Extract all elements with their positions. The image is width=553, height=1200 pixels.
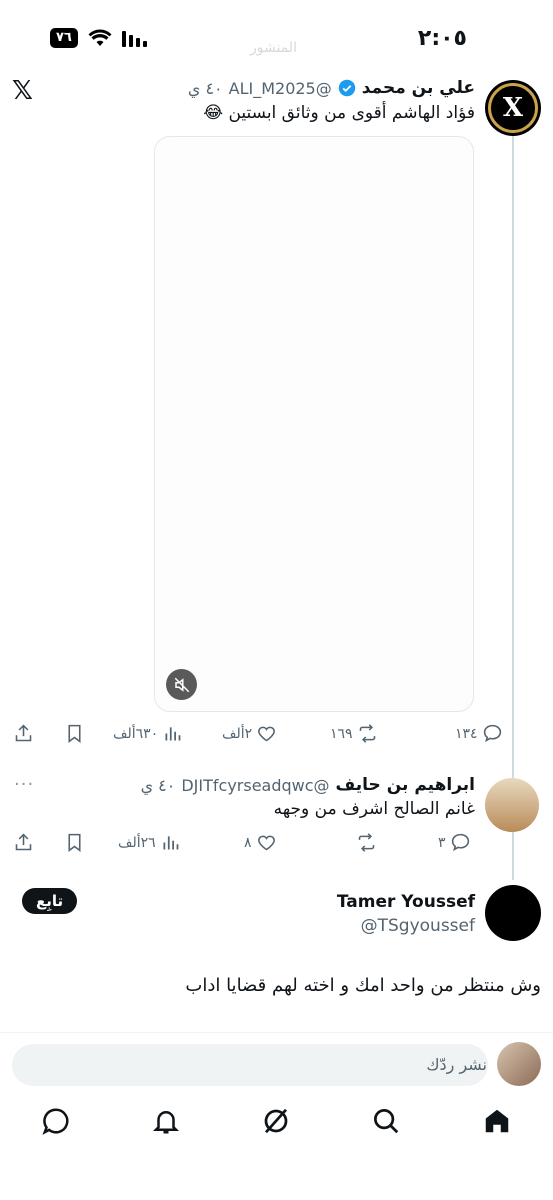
tweet-time: ٤٠ ي (187, 78, 223, 98)
status-icons: ٧٦ (50, 28, 148, 48)
x-badge-icon: X (488, 83, 538, 133)
wifi-icon (88, 29, 112, 46)
share-icon (15, 833, 32, 851)
avatar[interactable] (485, 778, 539, 832)
signal-icon (121, 31, 147, 47)
thread-line (512, 135, 514, 880)
page-title-faint: المنشور (250, 40, 297, 56)
views-button[interactable]: ٢٦ألف (118, 832, 181, 853)
views-button[interactable]: ٦٣٠ألف (113, 723, 183, 744)
like-button[interactable]: ٢ألف (222, 723, 277, 744)
more-options-icon[interactable]: ··· (14, 774, 34, 795)
repost-icon (358, 833, 375, 852)
search-icon[interactable] (371, 1106, 401, 1136)
status-time: ٢:٠٥ (417, 26, 467, 51)
views-icon (165, 727, 181, 741)
like-button[interactable]: ٨ (244, 832, 277, 853)
messages-icon[interactable] (41, 1106, 71, 1136)
repost-button[interactable] (356, 832, 377, 853)
author-handle[interactable]: @TSgyoussef (361, 916, 475, 936)
author-handle[interactable]: @ALI_M2025 (229, 79, 332, 98)
tweet-text: فؤاد الهاشم أقوى من وثائق ابستين 😂 (203, 103, 475, 123)
tweet-text: وش منتظر من واحد امك و اخته لهم قضايا اد… (185, 975, 541, 996)
follow-button[interactable]: تابِع (22, 888, 78, 914)
share-button[interactable] (13, 723, 34, 744)
author-name[interactable]: ابراهيم بن حايف (336, 775, 475, 795)
author-name[interactable]: Tamer Youssef (337, 892, 475, 912)
avatar[interactable] (485, 885, 541, 941)
heart-icon (258, 726, 276, 742)
bottom-nav (0, 1106, 553, 1148)
comment-icon (451, 833, 469, 852)
views-count: ٦٣٠ألف (113, 725, 159, 742)
repost-button[interactable]: ١٦٩ (330, 723, 378, 744)
views-count: ٢٦ألف (118, 834, 156, 851)
mute-icon (174, 677, 189, 692)
repost-count: ١٦٩ (330, 725, 353, 742)
grok-icon[interactable] (261, 1106, 291, 1136)
bookmark-button[interactable] (64, 723, 85, 744)
author-handle[interactable]: @DJITfcyrseadqwc (181, 776, 329, 795)
bookmark-button[interactable] (64, 832, 85, 853)
tweet-time: ٤٠ ي (140, 775, 176, 795)
reply-placeholder: نشر ردّك (426, 1055, 487, 1074)
mute-button[interactable] (166, 669, 197, 700)
repost-icon (359, 724, 375, 743)
heart-icon (257, 835, 275, 851)
comment-icon (483, 724, 501, 743)
reply-button[interactable]: ٣ (438, 832, 471, 853)
avatar[interactable] (497, 1042, 541, 1086)
like-count: ٢ألف (222, 725, 253, 742)
reply-button[interactable]: ١٣٤ (455, 723, 503, 744)
bookmark-icon (68, 724, 81, 743)
x-logo-icon[interactable]: 𝕏 (12, 76, 33, 106)
tweet2-header: ابراهيم بن حايف @DJITfcyrseadqwc ٤٠ ي (141, 775, 475, 795)
share-button[interactable] (13, 832, 34, 853)
tweet-text: غانم الصالح اشرف من وجهه (273, 799, 475, 819)
views-icon (163, 836, 179, 850)
notifications-icon[interactable] (151, 1106, 181, 1136)
video-media[interactable] (154, 136, 474, 712)
bookmark-icon (68, 833, 81, 852)
verified-badge-icon (338, 79, 355, 97)
author-name[interactable]: علي بن محمد (362, 78, 475, 98)
reply-input[interactable] (12, 1044, 488, 1086)
home-icon[interactable] (482, 1106, 512, 1136)
divider (0, 1032, 553, 1033)
battery-indicator: ٧٦ (50, 28, 78, 48)
reply-count: ٣ (438, 834, 446, 851)
reply-count: ١٣٤ (455, 725, 478, 742)
avatar[interactable]: X (485, 80, 541, 136)
like-count: ٨ (244, 834, 252, 851)
share-icon (15, 724, 32, 742)
tweet1-header: علي بن محمد @ALI_M2025 ٤٠ ي (188, 78, 475, 98)
